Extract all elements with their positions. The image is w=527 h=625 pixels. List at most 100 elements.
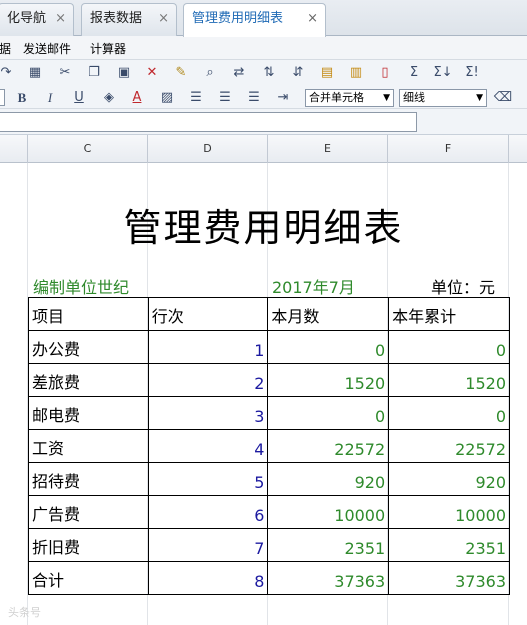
compiling-unit[interactable]: 编制单位世纪 [33,274,129,298]
subtotal-icon[interactable]: Σ↓ [433,63,453,83]
sort-descending-icon[interactable]: ⇵ [288,63,308,83]
fill-color-icon[interactable]: ◈ [99,88,119,108]
watermark: 头条号 [8,606,41,619]
align-left-icon[interactable]: ☰ [186,88,206,108]
report-period[interactable]: 2017年7月 [272,274,355,298]
cell-month[interactable]: 10000 [267,495,390,529]
cell-month[interactable]: 0 [267,396,390,430]
close-icon[interactable]: × [307,4,318,34]
menu-item-send-email[interactable]: 发送邮件 [23,40,71,57]
column-header-f[interactable]: F [388,135,509,163]
cell-line[interactable]: 1 [147,330,269,364]
cell-line[interactable]: 5 [147,462,269,496]
close-icon[interactable]: × [55,4,66,34]
delete-icon[interactable]: ✕ [142,63,162,83]
insert-icon[interactable]: ▤ [317,63,337,83]
average-icon[interactable]: Σ! [462,63,482,83]
cell-line[interactable]: 3 [147,396,269,430]
bold-icon[interactable]: B [12,88,32,108]
font-color-icon[interactable]: A [127,88,147,108]
header-item[interactable]: 项目 [28,297,149,331]
border-style-value: 细线 [403,91,425,104]
column-header-b[interactable] [0,135,28,163]
tab-report-data[interactable]: 报表数据 × [81,3,177,36]
sort-ascending-icon[interactable]: ⇅ [259,63,279,83]
table-header-row: 项目 行次 本月数 本年累计 [28,297,510,331]
cell-line[interactable]: 8 [147,561,269,595]
table-row: 邮电费 3 0 0 [28,396,510,430]
formula-input[interactable] [0,112,417,132]
column-header-bar: C D E F [0,135,527,163]
grid-icon[interactable]: ▦ [25,63,45,83]
cell-year[interactable]: 920 [388,462,510,496]
font-size-input[interactable] [0,89,5,106]
copy-icon[interactable]: ❐ [84,63,104,83]
cell-item[interactable]: 工资 [28,429,149,463]
table-row-total: 合计 8 37363 37363 [28,561,510,595]
menu-bar: 据 发送邮件 计算器 [0,36,527,60]
tab-label: 管理费用明细表 [192,11,284,26]
column-header-e[interactable]: E [268,135,388,163]
cell-item[interactable]: 广告费 [28,495,149,529]
close-icon[interactable]: × [158,4,169,34]
cell-item[interactable]: 折旧费 [28,528,149,562]
cell-item[interactable]: 办公费 [28,330,149,364]
cell-item[interactable]: 邮电费 [28,396,149,430]
cell-year[interactable]: 0 [388,330,510,364]
merge-cells-value: 合并单元格 [309,91,364,104]
align-center-icon[interactable]: ☰ [215,88,235,108]
cell-item[interactable]: 招待费 [28,462,149,496]
chevron-down-icon: ▼ [383,93,390,103]
italic-icon[interactable]: I [40,88,60,108]
header-month[interactable]: 本月数 [267,297,390,331]
chevron-down-icon: ▼ [476,93,483,103]
cell-month[interactable]: 2351 [267,528,390,562]
header-year[interactable]: 本年累计 [388,297,510,331]
currency-unit[interactable]: 单位：元 [431,274,495,298]
underline-icon[interactable]: U [69,88,89,108]
menu-item-calculator[interactable]: 计算器 [90,40,126,57]
cell-month[interactable]: 22572 [267,429,390,463]
redo-icon[interactable]: ↷ [0,63,16,83]
cell-month[interactable]: 0 [267,330,390,364]
cut-icon[interactable]: ✂ [55,63,75,83]
align-right-icon[interactable]: ☰ [244,88,264,108]
eraser-icon[interactable]: ⌫ [493,88,513,108]
merge-cells-select[interactable]: 合并单元格 ▼ [305,89,394,107]
tab-navigation[interactable]: 化导航 × [0,3,74,36]
border-style-select[interactable]: 细线 ▼ [399,89,487,107]
cell-year[interactable]: 37363 [388,561,510,595]
replace-icon[interactable]: ⇄ [229,63,249,83]
find-icon[interactable]: ⌕ [200,63,220,83]
chart-icon[interactable]: ▥ [346,63,366,83]
document-icon[interactable]: ▯ [375,63,395,83]
cell-line[interactable]: 2 [147,363,269,397]
cell-line[interactable]: 6 [147,495,269,529]
cell-year[interactable]: 0 [388,396,510,430]
menu-item-data[interactable]: 据 [0,40,11,57]
format-painter-icon[interactable]: ✎ [171,63,191,83]
cell-month[interactable]: 1520 [267,363,390,397]
cell-line[interactable]: 4 [147,429,269,463]
cell-month[interactable]: 37363 [267,561,390,595]
tab-expense-detail[interactable]: 管理费用明细表 × [183,3,326,37]
tab-label: 报表数据 [90,11,143,26]
border-icon[interactable]: ▨ [157,88,177,108]
header-line[interactable]: 行次 [147,297,269,331]
column-header-d[interactable]: D [148,135,268,163]
cell-item[interactable]: 差旅费 [28,363,149,397]
table-row: 办公费 1 0 0 [28,330,510,364]
paste-icon[interactable]: ▣ [114,63,134,83]
cell-year[interactable]: 22572 [388,429,510,463]
sum-icon[interactable]: Σ [404,63,424,83]
column-header-c[interactable]: C [28,135,148,163]
cell-year[interactable]: 10000 [388,495,510,529]
cell-year[interactable]: 1520 [388,363,510,397]
tab-bar: 化导航 × 报表数据 × 管理费用明细表 × [0,0,527,37]
indent-icon[interactable]: ⇥ [273,88,293,108]
format-toolbar: B I U ◈ A ▨ ☰ ☰ ☰ ⇥ 合并单元格 ▼ 细线 ▼ ⌫ [0,87,527,109]
cell-month[interactable]: 920 [267,462,390,496]
cell-item[interactable]: 合计 [28,561,149,595]
cell-line[interactable]: 7 [147,528,269,562]
cell-year[interactable]: 2351 [388,528,510,562]
